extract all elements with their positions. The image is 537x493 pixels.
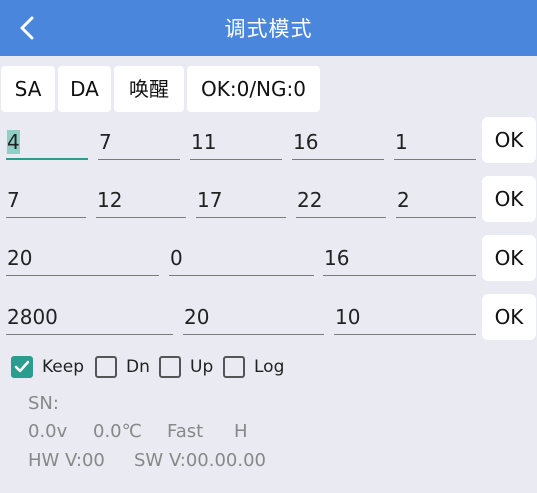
row1-field-1[interactable]: 4 <box>6 124 88 160</box>
row1-field-5[interactable]: 1 <box>394 124 476 160</box>
log-label: Log <box>254 357 285 377</box>
row2-field-5[interactable]: 2 <box>396 182 476 218</box>
sw-version: SW V:00.00.00 <box>134 450 267 471</box>
up-label: Up <box>190 357 214 377</box>
row1-field-4[interactable]: 16 <box>292 124 384 160</box>
row2-field-4[interactable]: 22 <box>296 182 386 218</box>
row4-ok-button[interactable]: OK <box>482 294 536 340</box>
row1-ok-button[interactable]: OK <box>482 117 536 163</box>
dn-checkbox[interactable] <box>95 356 117 378</box>
keep-label: Keep <box>42 357 85 377</box>
row2-ok-button[interactable]: OK <box>482 176 536 222</box>
row4-field-3[interactable]: 10 <box>334 299 476 335</box>
row2-field-3[interactable]: 17 <box>196 182 286 218</box>
app-header: 调式模式 <box>0 0 537 56</box>
dn-label: Dn <box>126 357 150 377</box>
hw-version: HW V:00 <box>28 450 105 471</box>
page-title: 调式模式 <box>224 17 313 41</box>
row2-field-2[interactable]: 12 <box>96 182 186 218</box>
keep-checkbox[interactable] <box>11 356 33 378</box>
row3-field-1[interactable]: 20 <box>6 240 159 276</box>
log-checkbox[interactable] <box>223 356 245 378</box>
row4-field-2[interactable]: 20 <box>183 299 324 335</box>
row3-field-2[interactable]: 0 <box>169 240 314 276</box>
row3-field-3[interactable]: 16 <box>323 240 476 276</box>
sa-button[interactable]: SA <box>1 66 55 112</box>
row3-ok-button[interactable]: OK <box>482 235 536 281</box>
speed-value: Fast <box>167 421 204 442</box>
temperature-value: 0.0℃ <box>93 421 142 442</box>
row1-field-2[interactable]: 7 <box>98 124 180 160</box>
check-icon <box>14 360 30 373</box>
up-checkbox[interactable] <box>159 356 181 378</box>
sn-label: SN: <box>28 393 59 414</box>
level-value: H <box>234 421 248 442</box>
ok-ng-counter[interactable]: OK:0/NG:0 <box>187 66 320 112</box>
row4-field-1[interactable]: 2800 <box>6 299 173 335</box>
voltage-value: 0.0v <box>28 421 68 442</box>
wake-button[interactable]: 唤醒 <box>114 66 184 112</box>
row1-field-3[interactable]: 11 <box>190 124 282 160</box>
row2-field-1[interactable]: 7 <box>6 182 86 218</box>
da-button[interactable]: DA <box>58 66 111 112</box>
